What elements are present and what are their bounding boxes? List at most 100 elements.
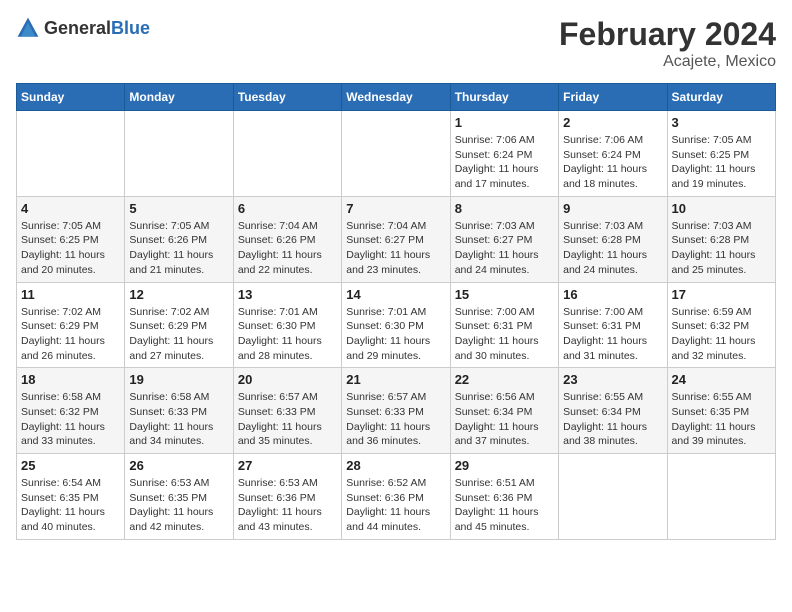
calendar-cell: 19 Sunrise: 6:58 AMSunset: 6:33 PMDayligh… [125,368,233,454]
day-info: Sunrise: 7:03 AMSunset: 6:28 PMDaylight:… [672,219,771,278]
day-info: Sunrise: 6:58 AMSunset: 6:32 PMDaylight:… [21,390,120,449]
calendar-cell: 27 Sunrise: 6:53 AMSunset: 6:36 PMDayligh… [233,454,341,540]
day-number: 27 [238,458,337,473]
calendar-cell: 10 Sunrise: 7:03 AMSunset: 6:28 PMDayligh… [667,196,775,282]
calendar-table: SundayMondayTuesdayWednesdayThursdayFrid… [16,83,776,540]
day-number: 7 [346,201,445,216]
calendar-cell: 23 Sunrise: 6:55 AMSunset: 6:34 PMDayligh… [559,368,667,454]
day-info: Sunrise: 7:00 AMSunset: 6:31 PMDaylight:… [455,305,554,364]
calendar-week-3: 11Sunrise: 7:02 AMSunset: 6:29 PMDayligh… [17,282,776,368]
calendar-cell: 28 Sunrise: 6:52 AMSunset: 6:36 PMDayligh… [342,454,450,540]
day-number: 10 [672,201,771,216]
day-info: Sunrise: 6:59 AMSunset: 6:32 PMDaylight:… [672,305,771,364]
calendar-cell [17,111,125,197]
calendar-cell: 21 Sunrise: 6:57 AMSunset: 6:33 PMDayligh… [342,368,450,454]
day-info: Sunrise: 6:58 AMSunset: 6:33 PMDaylight:… [129,390,228,449]
day-number: 8 [455,201,554,216]
calendar-cell: 12Sunrise: 7:02 AMSunset: 6:29 PMDayligh… [125,282,233,368]
day-number: 13 [238,287,337,302]
day-number: 12 [129,287,228,302]
day-info: Sunrise: 6:54 AMSunset: 6:35 PMDaylight:… [21,476,120,535]
calendar-cell [667,454,775,540]
day-info: Sunrise: 7:05 AMSunset: 6:25 PMDaylight:… [21,219,120,278]
calendar-cell: 14 Sunrise: 7:01 AMSunset: 6:30 PMDayligh… [342,282,450,368]
title-area: February 2024 Acajete, Mexico [559,16,776,71]
day-info: Sunrise: 6:53 AMSunset: 6:36 PMDaylight:… [238,476,337,535]
day-number: 26 [129,458,228,473]
day-info: Sunrise: 6:57 AMSunset: 6:33 PMDaylight:… [346,390,445,449]
page-subtitle: Acajete, Mexico [559,53,776,71]
day-info: Sunrise: 7:05 AMSunset: 6:26 PMDaylight:… [129,219,228,278]
calendar-cell: 26 Sunrise: 6:53 AMSunset: 6:35 PMDayligh… [125,454,233,540]
day-number: 21 [346,372,445,387]
day-number: 16 [563,287,662,302]
calendar-cell: 6 Sunrise: 7:04 AMSunset: 6:26 PMDaylight… [233,196,341,282]
calendar-cell: 24 Sunrise: 6:55 AMSunset: 6:35 PMDayligh… [667,368,775,454]
day-info: Sunrise: 6:55 AMSunset: 6:35 PMDaylight:… [672,390,771,449]
day-number: 22 [455,372,554,387]
day-number: 17 [672,287,771,302]
page-title: February 2024 [559,16,776,53]
day-info: Sunrise: 7:01 AMSunset: 6:30 PMDaylight:… [346,305,445,364]
day-number: 23 [563,372,662,387]
day-info: Sunrise: 7:04 AMSunset: 6:26 PMDaylight:… [238,219,337,278]
calendar-cell: 17 Sunrise: 6:59 AMSunset: 6:32 PMDayligh… [667,282,775,368]
calendar-week-4: 18Sunrise: 6:58 AMSunset: 6:32 PMDayligh… [17,368,776,454]
logo-text-general: General [44,18,111,38]
calendar-cell [125,111,233,197]
day-info: Sunrise: 6:51 AMSunset: 6:36 PMDaylight:… [455,476,554,535]
weekday-header-thursday: Thursday [450,84,558,111]
calendar-cell: 29 Sunrise: 6:51 AMSunset: 6:36 PMDayligh… [450,454,558,540]
weekday-header-monday: Monday [125,84,233,111]
day-number: 19 [129,372,228,387]
day-info: Sunrise: 7:02 AMSunset: 6:29 PMDaylight:… [21,305,120,364]
calendar-cell: 13 Sunrise: 7:01 AMSunset: 6:30 PMDayligh… [233,282,341,368]
logo-icon [16,16,40,40]
weekday-header-saturday: Saturday [667,84,775,111]
day-info: Sunrise: 7:06 AMSunset: 6:24 PMDaylight:… [563,133,662,192]
calendar-cell: 4Sunrise: 7:05 AMSunset: 6:25 PMDaylight… [17,196,125,282]
day-number: 29 [455,458,554,473]
calendar-cell: 2 Sunrise: 7:06 AMSunset: 6:24 PMDaylight… [559,111,667,197]
weekday-header-friday: Friday [559,84,667,111]
day-info: Sunrise: 7:03 AMSunset: 6:28 PMDaylight:… [563,219,662,278]
calendar-cell: 22 Sunrise: 6:56 AMSunset: 6:34 PMDayligh… [450,368,558,454]
calendar-cell: 9Sunrise: 7:03 AMSunset: 6:28 PMDaylight… [559,196,667,282]
calendar-cell [233,111,341,197]
day-info: Sunrise: 7:01 AMSunset: 6:30 PMDaylight:… [238,305,337,364]
day-number: 24 [672,372,771,387]
day-number: 5 [129,201,228,216]
day-info: Sunrise: 7:04 AMSunset: 6:27 PMDaylight:… [346,219,445,278]
day-number: 20 [238,372,337,387]
calendar-cell: 7 Sunrise: 7:04 AMSunset: 6:27 PMDaylight… [342,196,450,282]
day-info: Sunrise: 6:52 AMSunset: 6:36 PMDaylight:… [346,476,445,535]
logo-text-blue: Blue [111,18,150,38]
day-info: Sunrise: 6:55 AMSunset: 6:34 PMDaylight:… [563,390,662,449]
calendar-cell: 15 Sunrise: 7:00 AMSunset: 6:31 PMDayligh… [450,282,558,368]
calendar-cell: 18Sunrise: 6:58 AMSunset: 6:32 PMDayligh… [17,368,125,454]
calendar-cell: 16Sunrise: 7:00 AMSunset: 6:31 PMDayligh… [559,282,667,368]
calendar-cell: 8 Sunrise: 7:03 AMSunset: 6:27 PMDaylight… [450,196,558,282]
calendar-cell: 5 Sunrise: 7:05 AMSunset: 6:26 PMDaylight… [125,196,233,282]
day-info: Sunrise: 7:03 AMSunset: 6:27 PMDaylight:… [455,219,554,278]
logo: GeneralBlue [16,16,150,40]
day-info: Sunrise: 7:05 AMSunset: 6:25 PMDaylight:… [672,133,771,192]
calendar-week-1: 1 Sunrise: 7:06 AMSunset: 6:24 PMDaylight… [17,111,776,197]
calendar-cell: 3 Sunrise: 7:05 AMSunset: 6:25 PMDaylight… [667,111,775,197]
day-number: 1 [455,115,554,130]
day-info: Sunrise: 6:53 AMSunset: 6:35 PMDaylight:… [129,476,228,535]
day-number: 28 [346,458,445,473]
calendar-cell: 11Sunrise: 7:02 AMSunset: 6:29 PMDayligh… [17,282,125,368]
day-info: Sunrise: 7:06 AMSunset: 6:24 PMDaylight:… [455,133,554,192]
day-number: 15 [455,287,554,302]
weekday-header-sunday: Sunday [17,84,125,111]
calendar-cell [559,454,667,540]
day-number: 2 [563,115,662,130]
day-number: 6 [238,201,337,216]
calendar-week-2: 4Sunrise: 7:05 AMSunset: 6:25 PMDaylight… [17,196,776,282]
day-info: Sunrise: 6:56 AMSunset: 6:34 PMDaylight:… [455,390,554,449]
day-number: 14 [346,287,445,302]
day-number: 3 [672,115,771,130]
calendar-cell: 1 Sunrise: 7:06 AMSunset: 6:24 PMDaylight… [450,111,558,197]
weekday-header-row: SundayMondayTuesdayWednesdayThursdayFrid… [17,84,776,111]
